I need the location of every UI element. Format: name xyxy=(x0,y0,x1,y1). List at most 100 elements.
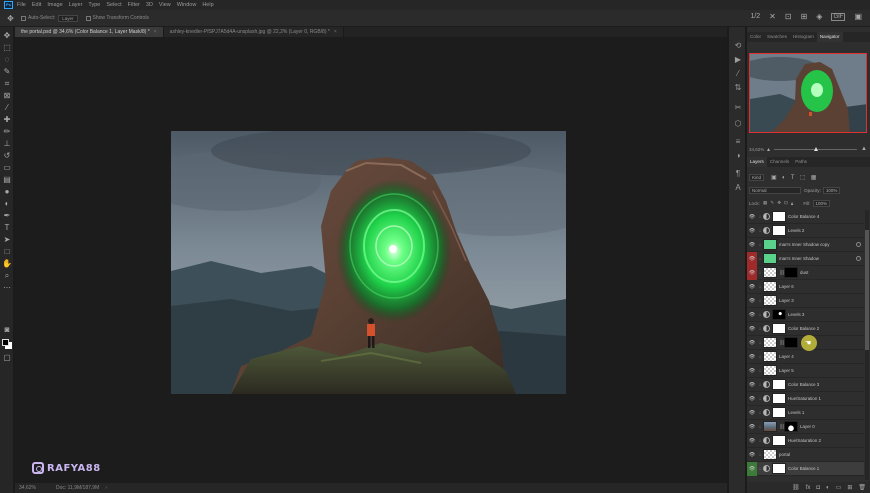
gradient-tool-icon[interactable]: ▤ xyxy=(2,175,12,185)
adjustment-layer-icon[interactable] xyxy=(763,395,770,402)
layer-row[interactable]: 👁︎ ↓ Color Balance 2 xyxy=(747,322,864,336)
layer-name[interactable]: Levels 3 xyxy=(788,312,804,317)
layer-row[interactable]: 👁︎ ↓ Layer 4 xyxy=(747,350,864,364)
filter-adjustment-icon[interactable]: ◐ xyxy=(782,175,786,181)
layer-name[interactable]: dust xyxy=(800,270,808,275)
visibility-eye-icon[interactable]: 👁︎ xyxy=(747,392,757,406)
lock-move-icon[interactable]: ✥ xyxy=(777,200,781,206)
new-group-icon[interactable]: ▭ xyxy=(836,484,842,491)
menu-window[interactable]: Window xyxy=(177,2,197,8)
menu-view[interactable]: View xyxy=(159,2,171,8)
move-tool-icon[interactable]: ✥ xyxy=(2,31,12,41)
layer-thumbnail[interactable] xyxy=(763,449,777,460)
tab-the-portal[interactable]: the portal.psd @ 34,6% (Color Balance 1,… xyxy=(15,27,164,37)
lock-paint-icon[interactable]: ✎ xyxy=(770,200,774,206)
visibility-eye-icon[interactable]: 👁︎ xyxy=(747,434,757,448)
lasso-tool-icon[interactable]: ◌ xyxy=(2,55,12,65)
layer-name[interactable]: man's Inner Shadow copy xyxy=(779,242,829,247)
visibility-eye-icon[interactable]: 👁︎ xyxy=(747,294,757,308)
visibility-eye-icon[interactable]: 👁︎ xyxy=(747,322,757,336)
visibility-eye-icon[interactable]: 👁︎ xyxy=(747,224,757,238)
navigator-zoom-slider[interactable] xyxy=(774,146,858,151)
layer-mask-thumbnail[interactable] xyxy=(784,267,798,278)
adjustment-layer-icon[interactable] xyxy=(763,227,770,234)
brush-settings-icon[interactable]: ⁄ xyxy=(733,69,743,79)
layer-thumbnail[interactable] xyxy=(763,267,777,278)
layer-name[interactable]: Color Balance 1 xyxy=(788,466,819,471)
photoshop-logo-icon[interactable]: Ps xyxy=(4,1,13,9)
lock-all-icon[interactable]: 🔒︎ xyxy=(791,201,793,206)
auto-select-checkbox[interactable] xyxy=(21,15,26,21)
layer-thumbnail[interactable] xyxy=(772,323,786,334)
menu-help[interactable]: Help xyxy=(202,2,213,8)
layer-name[interactable]: man's Inner Shadow xyxy=(779,256,819,261)
layer-row[interactable]: 👁︎ ↓ man's Inner Shadow xyxy=(747,251,864,266)
filter-kind-dropdown[interactable]: Kind xyxy=(749,173,765,181)
layers-scroll-thumb[interactable] xyxy=(865,230,869,350)
eyedropper-tool-icon[interactable]: ⁄ xyxy=(2,103,12,113)
lock-artboard-icon[interactable]: ⊡ xyxy=(784,200,788,206)
close-tab-icon[interactable]: × xyxy=(154,27,157,37)
adjustment-layer-icon[interactable] xyxy=(763,437,770,444)
menu-file[interactable]: File xyxy=(17,2,26,8)
visibility-eye-icon[interactable]: 👁︎ xyxy=(747,308,757,322)
navigator-zoom-value[interactable]: 34,62% xyxy=(749,147,767,152)
show-transform-checkbox[interactable] xyxy=(85,15,91,21)
layer-thumbnail[interactable] xyxy=(772,435,786,446)
gif-button[interactable]: GIF xyxy=(831,12,846,21)
tools-settings-icon[interactable]: ✂ xyxy=(733,103,743,113)
layer-name[interactable]: Levels 2 xyxy=(788,228,804,233)
tab-paths[interactable]: Paths xyxy=(792,157,810,167)
layer-row[interactable]: 👁︎ ↓ Color Balance 4 xyxy=(747,210,864,224)
layer-name[interactable]: Hue/Saturation 1 xyxy=(788,396,821,401)
visibility-eye-icon[interactable]: 👁︎ xyxy=(747,336,757,350)
properties-icon[interactable]: ≡ xyxy=(733,137,743,147)
opacity-input[interactable]: 100% xyxy=(822,186,841,194)
path-select-tool-icon[interactable]: ➤ xyxy=(2,235,12,245)
zoom-in-icon[interactable]: ▲ xyxy=(861,146,867,152)
blend-mode-dropdown[interactable]: Normal xyxy=(749,186,801,194)
menu-3d[interactable]: 3D xyxy=(146,2,153,8)
tab-histogram[interactable]: Histogram xyxy=(790,32,817,42)
layer-row[interactable]: 👁︎ ↓ portal xyxy=(747,448,864,462)
close-x-icon[interactable]: ✕ xyxy=(769,12,776,21)
layer-row[interactable]: 👁︎ ↓ Layer 3 xyxy=(747,294,864,308)
visibility-eye-icon[interactable]: 👁︎ xyxy=(747,251,757,266)
menu-edit[interactable]: Edit xyxy=(32,2,41,8)
visibility-eye-icon[interactable]: 👁︎ xyxy=(747,461,757,476)
layer-thumbnail[interactable] xyxy=(763,295,777,306)
layer-thumbnail[interactable] xyxy=(772,407,786,418)
frame-icon[interactable]: ⊡ xyxy=(785,12,792,21)
filter-pixel-icon[interactable]: ▣ xyxy=(771,175,777,181)
layer-name[interactable]: Color Balance 2 xyxy=(788,326,819,331)
visibility-eye-icon[interactable]: 👁︎ xyxy=(747,210,757,224)
filter-smart-icon[interactable]: ▦ xyxy=(811,175,817,181)
layer-thumbnail[interactable] xyxy=(763,421,777,432)
layer-thumbnail[interactable] xyxy=(772,393,786,404)
foreground-color-swatch[interactable] xyxy=(2,339,9,346)
filter-type-icon[interactable]: T xyxy=(791,175,795,181)
lock-pixels-icon[interactable]: ▦ xyxy=(763,200,767,206)
new-adjustment-icon[interactable]: ◐ xyxy=(826,485,830,491)
visibility-eye-icon[interactable]: 👁︎ xyxy=(747,238,757,252)
hand-tool-icon[interactable]: ✋ xyxy=(2,259,12,269)
character-icon[interactable]: A xyxy=(733,183,743,193)
layer-name[interactable]: Layer 0 xyxy=(800,424,815,429)
delete-layer-icon[interactable]: 🗑︎ xyxy=(858,484,866,491)
layer-name[interactable]: Hue/Saturation 2 xyxy=(788,438,821,443)
visibility-eye-icon[interactable]: 👁︎ xyxy=(747,448,757,462)
layer-row[interactable]: 👁︎ ↓ man's Inner Shadow copy xyxy=(747,238,864,252)
tab-ashley-knedler[interactable]: ashley-knedler-PfSPJ7A5d4A-unsplash.jpg … xyxy=(163,27,344,37)
visibility-eye-icon[interactable]: 👁︎ xyxy=(747,420,757,434)
close-tab-icon[interactable]: × xyxy=(334,27,337,37)
history-brush-tool-icon[interactable]: ↺ xyxy=(2,151,12,161)
layer-effects-icon[interactable] xyxy=(856,242,861,247)
tab-swatches[interactable]: Swatches xyxy=(764,32,790,42)
adjustment-layer-icon[interactable] xyxy=(763,325,770,332)
layer-row[interactable]: 👁︎ ↓ Hue/Saturation 2 xyxy=(747,434,864,448)
layer-thumbnail[interactable] xyxy=(772,309,786,320)
navigator-thumbnail[interactable] xyxy=(749,53,867,133)
play-actions-icon[interactable]: ▶ xyxy=(733,55,743,65)
tab-channels[interactable]: Channels xyxy=(767,157,792,167)
new-layer-icon[interactable]: ⊞ xyxy=(847,484,852,491)
